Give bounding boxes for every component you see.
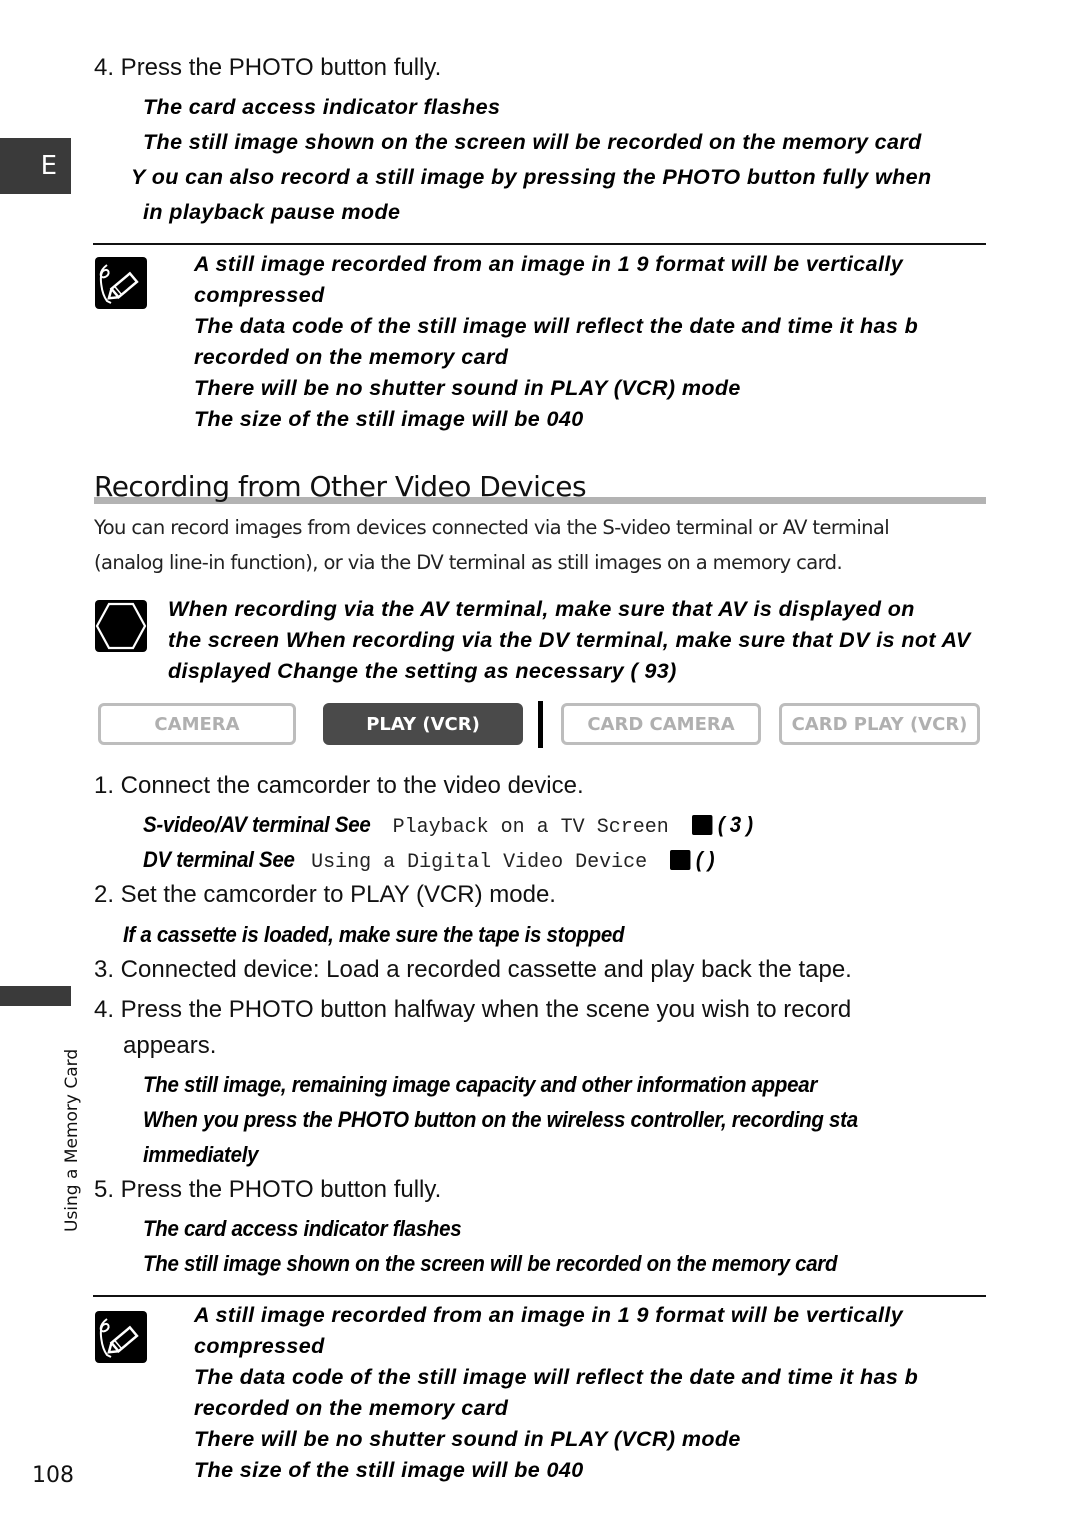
note-line: recorded on the memory card — [194, 345, 509, 369]
pencil-note-icon — [95, 257, 147, 309]
note-line: The size of the still image will be 040 — [194, 407, 584, 431]
note-line: A still image recorded from an image in … — [194, 252, 904, 276]
note-line: The data code of the still image will re… — [194, 1365, 919, 1389]
ref-title: Using a Digital Video Device — [311, 851, 648, 874]
step-4-press-photo: 4. Press the PHOTO button fully. — [94, 54, 442, 81]
step-2: 2. Set the camcorder to PLAY (VCR) mode. — [94, 881, 556, 908]
divider — [93, 243, 986, 245]
caution-hexagon-icon — [95, 600, 147, 652]
step-5: 5. Press the PHOTO button fully. — [94, 1176, 442, 1203]
ref-title: Playback on a TV Screen — [392, 816, 669, 839]
chapter-label: Using a Memory Card — [62, 1048, 82, 1232]
step-4: 4. Press the PHOTO button halfway when t… — [94, 996, 852, 1023]
mode-label: CARD PLAY (VCR) — [791, 713, 968, 735]
mode-card-play-vcr: CARD PLAY (VCR) — [779, 703, 980, 745]
step-4-cont: appears. — [123, 1032, 217, 1059]
mode-separator — [538, 701, 543, 748]
page-ref: ( 3 ) — [691, 812, 753, 838]
note-line: The card access indicator flashes — [143, 95, 501, 119]
step-1-svideo-ref: S-video/AV terminal See Playback on a TV… — [143, 812, 757, 839]
page-number: 108 — [32, 1463, 74, 1488]
step-3: 3. Connected device: Load a recorded cas… — [94, 956, 852, 983]
mode-label: CAMERA — [154, 713, 240, 735]
step-4-note: immediately — [143, 1142, 259, 1167]
caution-line: When recording via the AV terminal, make… — [168, 597, 915, 621]
note-line: There will be no shutter sound in PLAY (… — [194, 376, 741, 400]
language-tab: E — [0, 138, 71, 194]
step-1: 1. Connect the camcorder to the video de… — [94, 772, 584, 799]
note-line: compressed — [194, 283, 325, 307]
book-icon — [670, 850, 691, 870]
step-4-note: The still image, remaining image capacit… — [143, 1072, 818, 1097]
mode-label: PLAY (VCR) — [366, 713, 480, 735]
page-ref: ( ) — [670, 847, 715, 873]
note-line: The size of the still image will be 040 — [194, 1458, 584, 1482]
note-line: in playback pause mode — [143, 200, 401, 224]
step-4-note: When you press the PHOTO button on the w… — [143, 1107, 858, 1132]
caution-line: displayed Change the setting as necessar… — [168, 659, 677, 683]
mode-label: CARD CAMERA — [587, 713, 735, 735]
intro-text: (analog line-in function), or via the DV… — [94, 551, 843, 574]
step-5-note: The card access indicator flashes — [143, 1216, 462, 1241]
note-line: compressed — [194, 1334, 325, 1358]
chapter-marker — [0, 986, 71, 1006]
intro-text: You can record images from devices conne… — [94, 516, 890, 539]
step-2-note: If a cassette is loaded, make sure the t… — [123, 922, 625, 947]
note-line: A still image recorded from an image in … — [194, 1303, 904, 1327]
book-icon — [691, 815, 713, 835]
mode-play-vcr: PLAY (VCR) — [323, 703, 523, 745]
pencil-note-icon — [95, 1311, 147, 1363]
ref-label: S-video/AV terminal See — [143, 812, 371, 837]
note-line: Y ou can also record a still image by pr… — [131, 165, 932, 189]
mode-camera: CAMERA — [98, 703, 296, 745]
note-line: The still image shown on the screen will… — [143, 130, 922, 154]
note-line: There will be no shutter sound in PLAY (… — [194, 1427, 741, 1451]
caution-line: the screen When recording via the DV ter… — [168, 628, 971, 652]
mode-card-camera: CARD CAMERA — [561, 703, 761, 745]
step-5-note: The still image shown on the screen will… — [143, 1251, 838, 1276]
note-line: The data code of the still image will re… — [194, 314, 919, 338]
section-title: Recording from Other Video Devices — [94, 470, 587, 503]
step-1-dv-ref: DV terminal See Using a Digital Video De… — [143, 847, 718, 874]
divider — [93, 1295, 986, 1297]
ref-label: DV terminal See — [143, 847, 295, 872]
language-tab-label: E — [40, 151, 57, 181]
note-line: recorded on the memory card — [194, 1396, 509, 1420]
